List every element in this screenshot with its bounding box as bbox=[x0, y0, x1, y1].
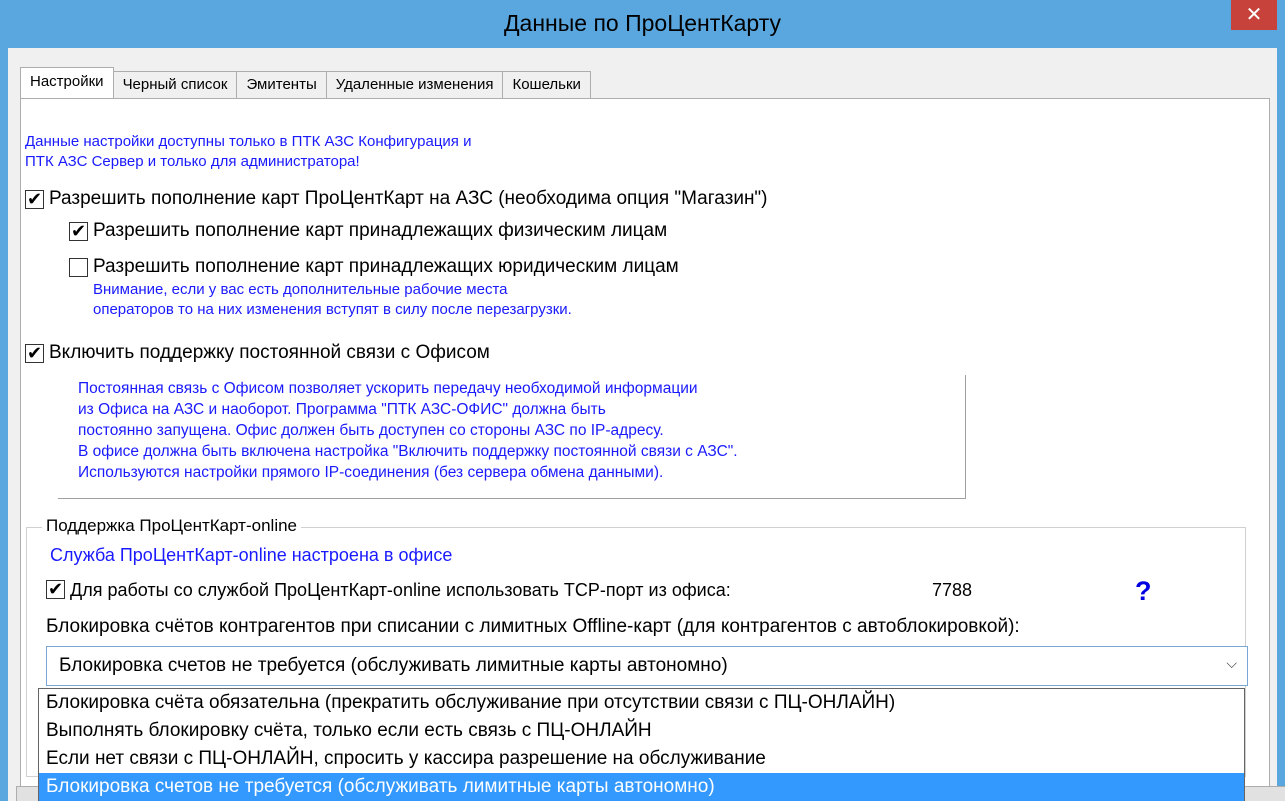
tab-blacklist[interactable]: Черный список bbox=[112, 71, 238, 98]
allow-topup-label[interactable]: Разрешить пополнение карт ПроЦентКарт на… bbox=[49, 188, 768, 210]
allow-legal-label[interactable]: Разрешить пополнение карт принадлежащих … bbox=[93, 256, 679, 278]
allow-legal-checkbox[interactable] bbox=[69, 258, 88, 277]
close-button[interactable]: ✕ bbox=[1231, 0, 1277, 30]
restart-note-line1: Внимание, если у вас есть дополнительные… bbox=[93, 281, 508, 298]
tab-remote-changes[interactable]: Удаленные изменения bbox=[325, 71, 504, 98]
use-office-port-label[interactable]: Для работы со службой ПроЦентКарт-online… bbox=[70, 580, 731, 601]
allow-topup-checkbox[interactable]: ✔ bbox=[25, 189, 44, 209]
admin-note-line2: ПТК АЗС Сервер и только для администрато… bbox=[25, 153, 360, 170]
allow-individuals-label[interactable]: Разрешить пополнение карт принадлежащих … bbox=[93, 220, 667, 242]
dropdown-option[interactable]: Блокировка счёта обязательна (прекратить… bbox=[39, 689, 1244, 717]
office-info-box: Постоянная связь с Офисом позволяет уско… bbox=[58, 375, 966, 499]
dropdown-option-selected[interactable]: Блокировка счетов не требуется (обслужив… bbox=[39, 773, 1244, 801]
tab-settings[interactable]: Настройки bbox=[20, 67, 114, 98]
blocking-options-list: Блокировка счёта обязательна (прекратить… bbox=[38, 688, 1245, 801]
tab-issuers[interactable]: Эмитенты bbox=[236, 71, 327, 98]
use-office-port-checkbox[interactable]: ✔ bbox=[46, 579, 65, 599]
admin-note-line1: Данные настройки доступны только в ПТК А… bbox=[25, 133, 472, 150]
office-info-line: из Офиса на АЗС и наоборот. Программа "П… bbox=[78, 401, 606, 418]
office-info-line: Используются настройки прямого IP-соедин… bbox=[78, 464, 664, 481]
office-info-line: постоянно запущена. Офис должен быть дос… bbox=[78, 422, 664, 439]
checkmark-icon: ✔ bbox=[71, 221, 87, 241]
dialog-window: Данные по ПроЦентКарту ✕ Настройки Черны… bbox=[0, 0, 1285, 801]
checkmark-icon: ✔ bbox=[27, 343, 43, 363]
online-group-title: Поддержка ПроЦентКарт-online bbox=[42, 516, 301, 536]
tab-strip: Настройки Черный список Эмитенты Удаленн… bbox=[20, 67, 591, 98]
allow-individuals-checkbox[interactable]: ✔ bbox=[69, 221, 88, 241]
chevron-down-icon[interactable]: ⌵ bbox=[1226, 655, 1237, 672]
service-status: Служба ПроЦентКарт-online настроена в оф… bbox=[50, 545, 453, 565]
checkmark-icon: ✔ bbox=[48, 579, 64, 599]
blocking-label: Блокировка счётов контрагентов при списа… bbox=[46, 616, 1020, 637]
port-value: 7788 bbox=[932, 580, 973, 600]
title-bar[interactable]: Данные по ПроЦентКарту ✕ bbox=[0, 0, 1285, 48]
restart-note-line2: операторов то на них изменения вступят в… bbox=[93, 301, 572, 318]
blocking-select[interactable]: Блокировка счетов не требуется (обслужив… bbox=[46, 646, 1248, 686]
dropdown-option[interactable]: Выполнять блокировку счёта, только если … bbox=[39, 717, 1244, 745]
office-link-label[interactable]: Включить поддержку постоянной связи с Оф… bbox=[49, 342, 490, 364]
tab-wallets[interactable]: Кошельки bbox=[502, 71, 591, 98]
dropdown-option[interactable]: Если нет связи с ПЦ-ОНЛАЙН, спросить у к… bbox=[39, 745, 1244, 773]
blocking-select-value: Блокировка счетов не требуется (обслужив… bbox=[59, 655, 728, 676]
checkmark-icon: ✔ bbox=[27, 189, 43, 209]
office-link-checkbox[interactable]: ✔ bbox=[25, 343, 44, 363]
window-title: Данные по ПроЦентКарту bbox=[503, 10, 782, 36]
office-info-line: Постоянная связь с Офисом позволяет уско… bbox=[78, 380, 698, 397]
help-icon[interactable]: ? bbox=[1135, 576, 1152, 607]
office-info-line: В офисе должна быть включена настройка "… bbox=[78, 443, 738, 460]
